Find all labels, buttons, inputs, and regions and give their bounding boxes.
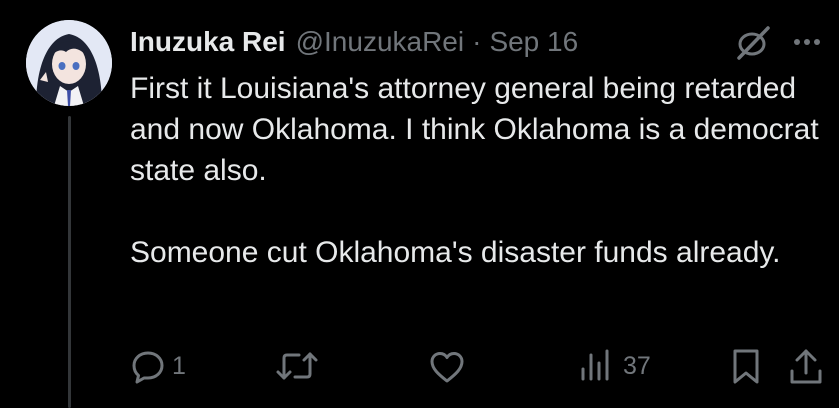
action-bar: 1 37 <box>0 346 839 388</box>
avatar[interactable] <box>26 20 112 106</box>
tweet-date[interactable]: Sep 16 <box>489 22 578 62</box>
like-icon <box>428 350 466 384</box>
views-icon <box>577 349 617 383</box>
reply-button[interactable]: 1 <box>130 348 186 384</box>
views-count: 37 <box>623 351 651 380</box>
tweet-paragraph: First it Louisiana's attorney general be… <box>130 72 819 187</box>
retweet-button[interactable] <box>275 350 319 382</box>
views-button[interactable]: 37 <box>577 349 651 383</box>
grok-icon[interactable] <box>733 25 773 61</box>
share-button[interactable] <box>786 347 826 387</box>
reply-count: 1 <box>172 351 186 380</box>
display-name[interactable]: Inuzuka Rei <box>130 22 286 62</box>
separator-dot: · <box>472 26 482 57</box>
like-button[interactable] <box>428 350 466 384</box>
more-icon[interactable] <box>787 28 827 56</box>
user-handle[interactable]: @InuzukaRei <box>296 22 465 62</box>
bookmark-icon <box>728 348 764 386</box>
retweet-icon <box>275 350 319 382</box>
tweet-header: Inuzuka Rei @InuzukaRei · Sep 16 <box>130 22 578 62</box>
bookmark-button[interactable] <box>728 348 764 386</box>
share-icon <box>786 347 826 387</box>
reply-icon <box>130 348 166 384</box>
tweet-paragraph: Someone cut Oklahoma's disaster funds al… <box>130 236 781 269</box>
tweet-text: First it Louisiana's attorney general be… <box>130 68 830 273</box>
